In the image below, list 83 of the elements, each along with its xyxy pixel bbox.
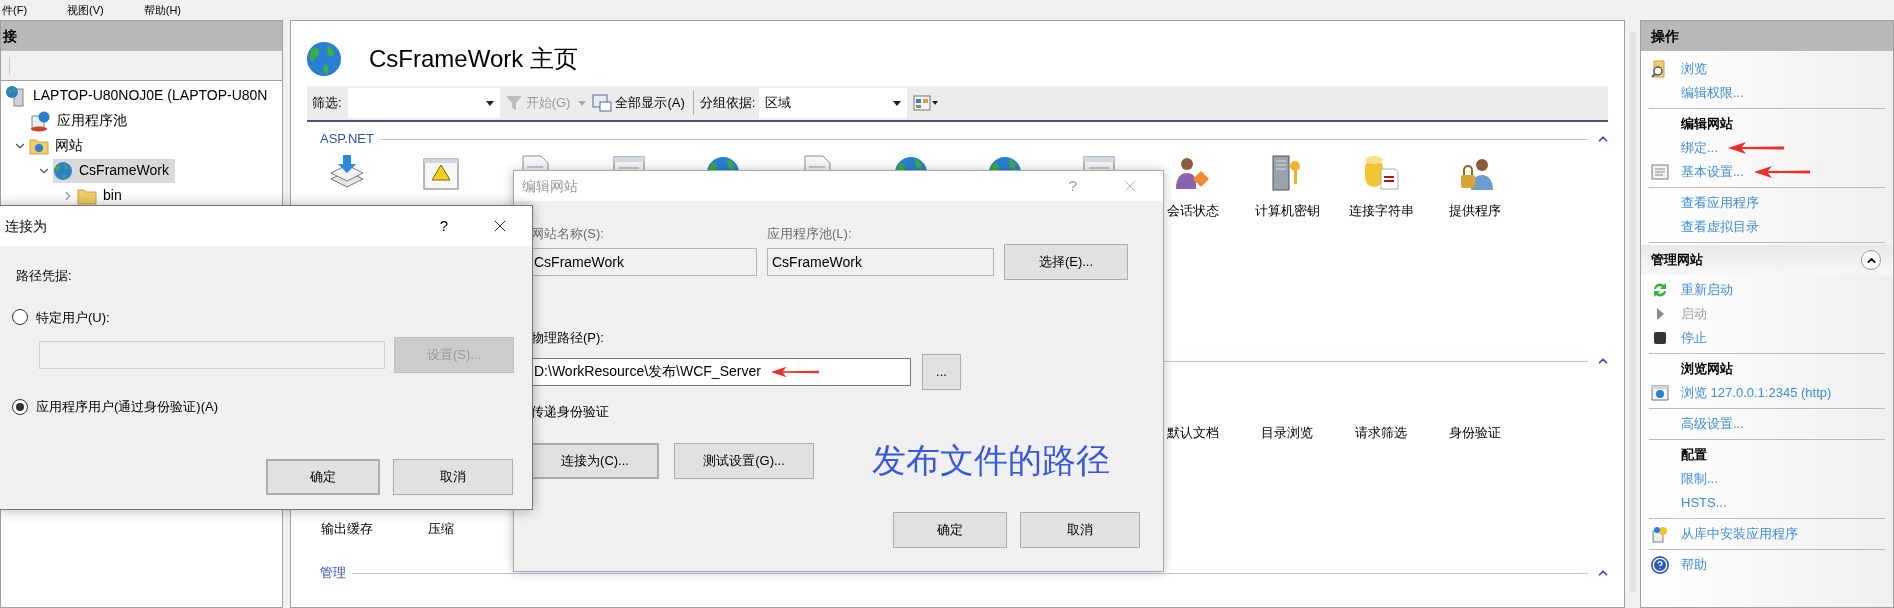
group-heading: 管理 (320, 564, 346, 583)
feature-label[interactable]: 输出缓存 (321, 519, 373, 539)
panel-title: 接 (3, 26, 17, 46)
filter-label: 筛选: (312, 94, 342, 113)
dialog-button[interactable]: 测试设置(G)... (674, 442, 814, 479)
app-pool-field[interactable]: CsFrameWork (767, 248, 994, 276)
dialog-button[interactable]: 连接为(C)... (531, 442, 659, 479)
browser-globe-icon (1651, 384, 1669, 402)
action-link[interactable]: 高级设置... (1681, 414, 1744, 434)
site-name-field[interactable]: CsFrameWork (531, 248, 757, 276)
action-link[interactable]: 查看虚拟目录 (1681, 217, 1759, 237)
dropdown-caret-icon[interactable] (485, 100, 494, 106)
feature-label[interactable]: 提供程序 (1449, 201, 1501, 221)
feature-label[interactable]: 默认文档 (1167, 423, 1219, 443)
radio-label[interactable]: 应用程序用户(通过身份验证)(A) (36, 397, 218, 417)
help-icon (1651, 556, 1669, 574)
menu-item[interactable]: 视图(V) (67, 2, 104, 18)
feature-label[interactable]: 压缩 (428, 519, 454, 539)
field-label: 应用程序池(L): (767, 225, 853, 243)
view-mode-icon[interactable] (913, 95, 940, 111)
show-all-icon (592, 94, 613, 112)
show-all-button[interactable]: 全部显示(A) (615, 93, 685, 113)
dialog-title: 连接为 (5, 216, 47, 236)
refresh-icon (1651, 281, 1669, 299)
feature-label[interactable]: 连接字符串 (1348, 201, 1414, 221)
user-field[interactable] (39, 341, 385, 369)
tree-item[interactable]: LAPTOP-U80NOJ0E (LAPTOP-U80N (5, 83, 274, 108)
action-link[interactable]: 从库中安装应用程序 (1681, 524, 1798, 544)
group-heading: ASP.NET (320, 130, 374, 149)
action-link[interactable]: 编辑权限... (1681, 83, 1744, 103)
dialog-button[interactable]: 确定 (266, 458, 380, 495)
tree-item[interactable]: CsFrameWork (53, 158, 175, 183)
settings-window-icon (1651, 163, 1669, 181)
action-link[interactable]: 限制... (1681, 469, 1718, 489)
dialog-button[interactable]: 选择(E)... (1004, 244, 1128, 280)
dialog-button[interactable]: ... (922, 353, 961, 390)
action-link[interactable]: 浏览 127.0.0.1:2345 (http) (1681, 383, 1832, 403)
collapse-button[interactable] (1861, 250, 1881, 270)
radio-button[interactable] (12, 398, 28, 415)
dropdown-caret-icon[interactable] (893, 100, 902, 106)
feature-label[interactable]: 计算机密钥 (1254, 201, 1320, 221)
help-button[interactable]: ? (439, 214, 448, 238)
action-link[interactable]: 绑定... (1681, 138, 1718, 158)
app-pool-icon (29, 109, 51, 132)
action-heading: 浏览网站 (1681, 360, 1733, 379)
feature-label[interactable]: 身份验证 (1449, 423, 1501, 443)
menu-item[interactable]: 件(F) (2, 2, 28, 18)
menu-item[interactable]: 帮助(H) (143, 2, 181, 18)
page-title: CsFrameWork 主页 (369, 44, 578, 74)
action-link[interactable]: 帮助 (1681, 555, 1707, 575)
action-link[interactable]: 基本设置... (1681, 162, 1744, 182)
action-link[interactable]: 浏览 (1681, 59, 1707, 79)
group-by-select[interactable]: 区域 (759, 88, 908, 118)
tree-item[interactable]: bin (77, 183, 128, 208)
dialog-button[interactable]: 确定 (893, 512, 1007, 548)
panel-title: 操作 (1651, 26, 1679, 46)
tree-item[interactable]: 应用程序池 (29, 108, 133, 133)
action-heading: 配置 (1681, 446, 1707, 465)
action-link[interactable]: 停止 (1681, 328, 1707, 348)
feature-label[interactable]: 会话状态 (1167, 201, 1219, 221)
site-globe-icon (53, 160, 73, 181)
path-field[interactable]: D:\WorkResource\发布\WCF_Server (531, 357, 911, 386)
dialog-button[interactable]: 取消 (393, 458, 513, 495)
site-globe-icon (305, 40, 343, 78)
section-title: 管理网站 (1651, 251, 1703, 270)
dialog-title: 编辑网站 (522, 176, 578, 196)
action-link[interactable]: 重新启动 (1681, 280, 1733, 300)
group-by-label: 分组依据: (699, 94, 756, 113)
group-label: 路径凭据: (16, 267, 73, 285)
action-heading: 编辑网站 (1681, 115, 1733, 134)
radio-button[interactable] (12, 309, 28, 326)
radio-label[interactable]: 特定用户(U): (36, 307, 110, 327)
funnel-icon (505, 96, 522, 110)
tree-item[interactable]: 网站 (29, 133, 89, 158)
feature-label[interactable]: 目录浏览 (1261, 423, 1313, 443)
stop-icon (1651, 329, 1669, 347)
feature-label[interactable]: 请求筛选 (1355, 423, 1407, 443)
filter-field[interactable] (347, 88, 500, 118)
sites-folder-icon (29, 136, 49, 155)
install-package-icon (1651, 525, 1669, 543)
server-icon (5, 84, 27, 107)
annotation-text: 发布文件的路径 (872, 440, 1110, 481)
dialog-button[interactable]: 取消 (1020, 512, 1140, 548)
